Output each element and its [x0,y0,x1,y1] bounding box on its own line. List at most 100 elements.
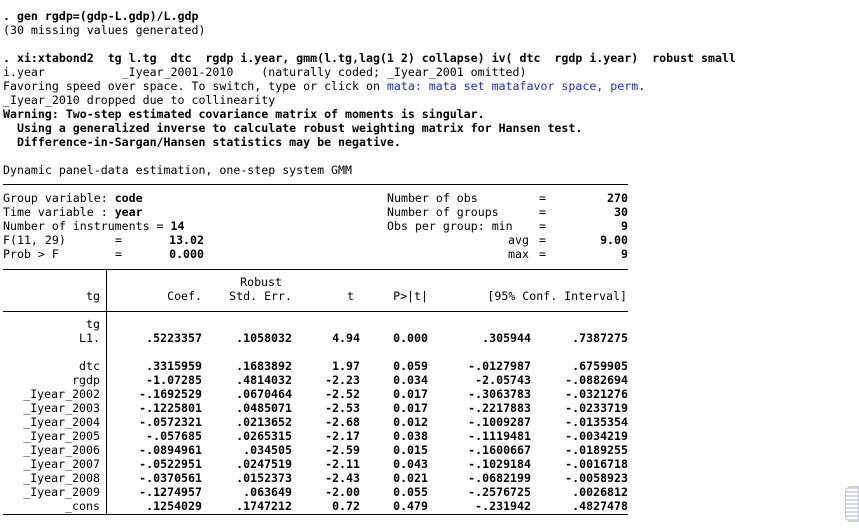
row-ci-low: -.3063783 [468,387,531,401]
row-t: -2.00 [325,485,360,499]
row-coef: .5223357 [146,331,202,345]
row-name: _Iyear_2007 [23,457,100,471]
row-ci-high: -.0058923 [565,471,628,485]
row-coef: -.1692529 [139,387,202,401]
favor-speed-line: Favoring speed over space. To switch, ty… [3,79,645,93]
row-group-label: tg [86,317,100,331]
command-gen: . gen rgdp=(gdp-L.gdp)/L.gdp [3,9,199,23]
row-name: _Iyear_2003 [23,401,100,415]
row-t: -2.52 [325,387,360,401]
row-ci-low: -.1600667 [468,443,531,457]
obs-per-group-min-label: Obs per group: min [387,219,513,233]
p-header: P>|t| [393,289,428,303]
row-stderr: .1058032 [236,331,292,345]
row-p: 0.021 [393,471,428,485]
row-name: _cons [65,499,100,513]
depvar-header: tg [86,289,100,303]
row-ci-high: -.0135354 [565,415,628,429]
warning-line-1: Warning: Two-step estimated covariance m… [3,107,485,121]
row-p: 0.055 [393,485,428,499]
row-stderr: .063649 [243,485,292,499]
coef-header: Coef. [167,289,202,303]
row-t: -2.17 [325,429,360,443]
row-p: 0.038 [393,429,428,443]
row-t: -2.11 [325,457,360,471]
row-ci-high: -.0321276 [565,387,628,401]
row-ci-low: .305944 [482,331,531,345]
row-stderr: .1683892 [236,359,292,373]
row-ci-low: -.231942 [475,499,531,513]
number-of-obs-label: Number of obs [387,191,478,205]
warning-line-3: Difference-in-Sargan/Hansen statistics m… [3,135,401,149]
row-name: _Iyear_2006 [23,443,100,457]
table-bottom-rule [3,514,628,515]
row-t: -2.43 [325,471,360,485]
row-name: _Iyear_2002 [23,387,100,401]
row-ci-high: -.0034219 [565,429,628,443]
row-p: 0.034 [393,373,428,387]
row-ci-high: -.0189255 [565,443,628,457]
stderr-header: Std. Err. [229,289,292,303]
number-of-instruments-value: 14 [170,219,185,233]
group-variable-value: code [114,191,143,205]
row-p: 0.043 [393,457,428,471]
row-stderr: .0670464 [236,387,292,401]
row-p: 0.017 [393,401,428,415]
row-ci-low: -.2576725 [468,485,531,499]
row-coef: -.0522951 [139,457,202,471]
row-ci-low: -.0682199 [468,471,531,485]
t-header: t [347,289,354,303]
row-ci-high: .0026812 [572,485,628,499]
row-ci-high: -.0233719 [565,401,628,415]
command-note: (30 missing values generated) [3,23,206,37]
row-stderr: .0152373 [236,471,292,485]
favor-prefix: Favoring speed over space. To switch, ty… [3,79,387,93]
row-coef: .1254029 [146,499,202,513]
row-t: 1.97 [332,359,360,373]
row-t: -2.53 [325,401,360,415]
row-stderr: .1747212 [236,499,292,513]
row-ci-high: -.0016718 [565,457,628,471]
table-header-rule [3,311,628,312]
warning-line-2: Using a generalized inverse to calculate… [3,121,583,135]
row-name: _Iyear_2009 [23,485,100,499]
command-xtabond2: . xi:xtabond2 tg l.tg dtc rgdp i.year, g… [3,51,736,65]
row-coef: -.057685 [146,429,202,443]
obs-per-group-max-label: max [508,247,529,261]
row-t: -2.59 [325,443,360,457]
f-statistic-value: 13.02 [169,233,204,247]
row-t: -2.68 [325,415,360,429]
obs-per-group-avg-label: avg [508,233,529,247]
time-variable-value: year [114,205,143,219]
matafavor-link[interactable]: mata: mata set matafavor space, perm [387,79,638,93]
xi-expansion-line: i.year _Iyear_2001-2010 (naturally coded… [3,65,527,79]
row-ci-high: .6759905 [572,359,628,373]
row-ci-high: -.0882694 [565,373,628,387]
row-coef: .3315959 [146,359,202,373]
row-name: rgdp [72,373,100,387]
row-ci-low: -.2217883 [468,401,531,415]
table-top-rule [3,269,628,270]
number-of-groups-value: 30 [614,205,628,219]
robust-header: Robust [240,275,282,289]
side-panel-handle[interactable] [845,486,859,522]
time-variable: Time variable : year [3,205,143,219]
number-of-obs-value: 270 [607,191,628,205]
row-stderr: .0247519 [236,457,292,471]
estimation-title: Dynamic panel-data estimation, one-step … [3,163,353,177]
number-of-instruments: Number of instruments = 14 [3,219,185,233]
row-ci-low: -.1119481 [468,429,531,443]
row-t: 0.72 [332,499,360,513]
row-stderr: .034505 [243,443,292,457]
row-stderr: .4814032 [236,373,292,387]
table-vertical-rule [106,269,107,514]
row-stderr: .0265315 [236,429,292,443]
row-ci-high: .4827478 [572,499,628,513]
row-name: dtc [79,359,100,373]
obs-per-group-avg-value: 9.00 [600,233,628,247]
row-p: 0.015 [393,443,428,457]
row-coef: -.1225801 [139,401,202,415]
row-name: _Iyear_2005 [23,429,100,443]
row-t: 4.94 [332,331,360,345]
f-statistic-label: F(11, 29) [3,233,66,247]
